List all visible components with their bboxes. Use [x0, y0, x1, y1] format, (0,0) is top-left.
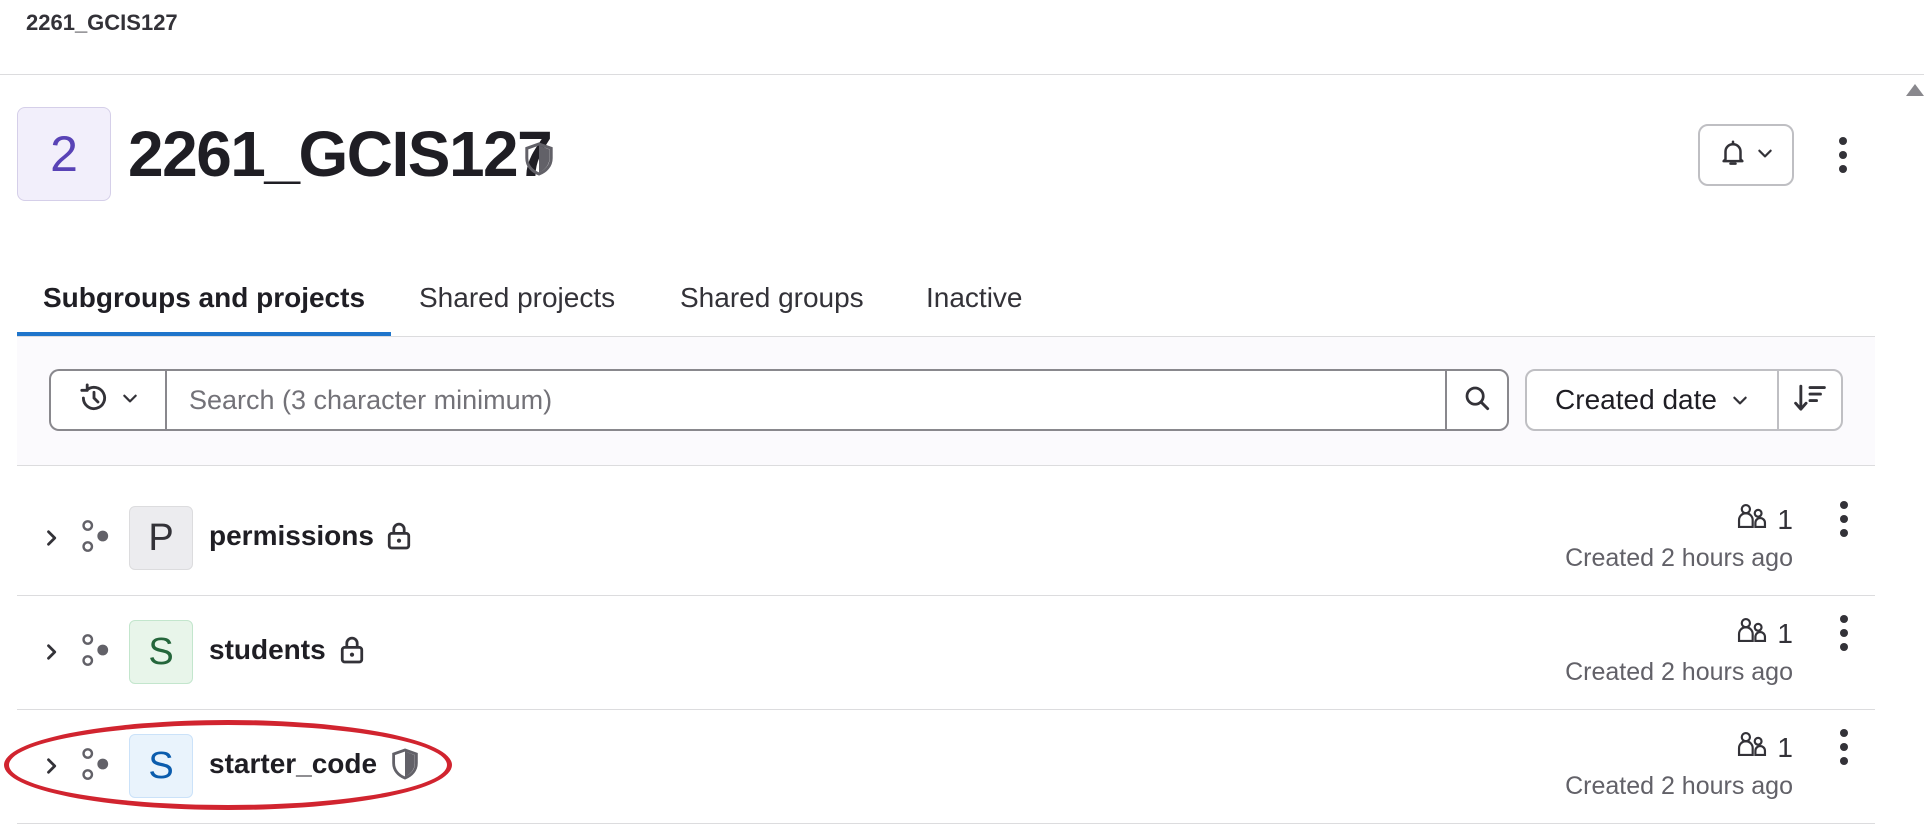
created-timestamp: Created 2 hours ago — [1565, 658, 1793, 686]
shield-icon — [524, 142, 554, 181]
chevron-down-icon — [1756, 144, 1774, 167]
sort-direction-button[interactable] — [1777, 369, 1843, 431]
chevron-down-icon — [1731, 384, 1749, 416]
list-item[interactable]: P permissions 1 Created 2 hours ago — [17, 482, 1875, 596]
bell-icon — [1718, 138, 1748, 173]
top-bar: 2261_GCIS127 — [0, 0, 1924, 75]
project-avatar[interactable]: S — [129, 620, 193, 684]
sort-field-label: Created date — [1555, 384, 1717, 415]
list-item[interactable]: S students 1 Created 2 hours ago — [17, 596, 1875, 710]
search-icon — [1462, 383, 1492, 418]
history-icon — [77, 381, 111, 420]
group-avatar: 2 — [17, 107, 111, 201]
member-count: 1 — [1737, 730, 1793, 765]
item-name[interactable]: starter_code — [209, 748, 377, 780]
created-timestamp: Created 2 hours ago — [1565, 544, 1793, 572]
chevron-down-icon — [121, 389, 139, 412]
filter-bar: Created date — [17, 337, 1875, 466]
subgroup-icon — [81, 633, 111, 672]
recent-searches-button[interactable] — [49, 369, 165, 431]
scroll-up-arrow[interactable] — [1906, 84, 1924, 96]
sort-lowest-icon — [1793, 383, 1827, 418]
subgroup-icon — [81, 519, 111, 558]
breadcrumb[interactable]: 2261_GCIS127 — [26, 10, 178, 36]
project-avatar[interactable]: P — [129, 506, 193, 570]
search-button[interactable] — [1445, 369, 1509, 431]
page-title: 2261_GCIS127 — [128, 118, 553, 190]
lock-icon — [339, 634, 365, 669]
shield-icon — [391, 748, 419, 785]
chevron-right-icon[interactable] — [41, 526, 61, 555]
chevron-right-icon[interactable] — [41, 754, 61, 783]
notification-settings-button[interactable] — [1698, 124, 1794, 186]
sort-field-dropdown[interactable]: Created date — [1525, 369, 1779, 431]
item-name[interactable]: students — [209, 634, 326, 666]
tab-inactive[interactable]: Inactive — [926, 262, 1023, 334]
group-actions-button[interactable] — [1838, 137, 1848, 173]
member-count: 1 — [1737, 616, 1793, 651]
member-count-value: 1 — [1777, 503, 1793, 535]
member-count-value: 1 — [1777, 731, 1793, 763]
created-timestamp: Created 2 hours ago — [1565, 772, 1793, 800]
member-count-value: 1 — [1777, 617, 1793, 649]
project-avatar[interactable]: S — [129, 734, 193, 798]
lock-icon — [386, 520, 412, 555]
item-actions-button[interactable] — [1839, 615, 1849, 651]
member-count: 1 — [1737, 502, 1793, 537]
tab-shared-groups[interactable]: Shared groups — [680, 262, 864, 334]
chevron-right-icon[interactable] — [41, 640, 61, 669]
group-tabs: Subgroups and projects Shared projects S… — [16, 262, 1875, 337]
search-input[interactable] — [165, 369, 1447, 431]
tab-shared-projects[interactable]: Shared projects — [419, 262, 615, 334]
item-actions-button[interactable] — [1839, 501, 1849, 537]
users-icon — [1737, 502, 1767, 537]
subgroup-icon — [81, 747, 111, 786]
tab-subgroups-and-projects[interactable]: Subgroups and projects — [16, 262, 392, 336]
users-icon — [1737, 616, 1767, 651]
item-actions-button[interactable] — [1839, 729, 1849, 765]
users-icon — [1737, 730, 1767, 765]
item-name[interactable]: permissions — [209, 520, 374, 552]
list-item[interactable]: S starter_code 1 Created 2 hours ago — [17, 710, 1875, 824]
